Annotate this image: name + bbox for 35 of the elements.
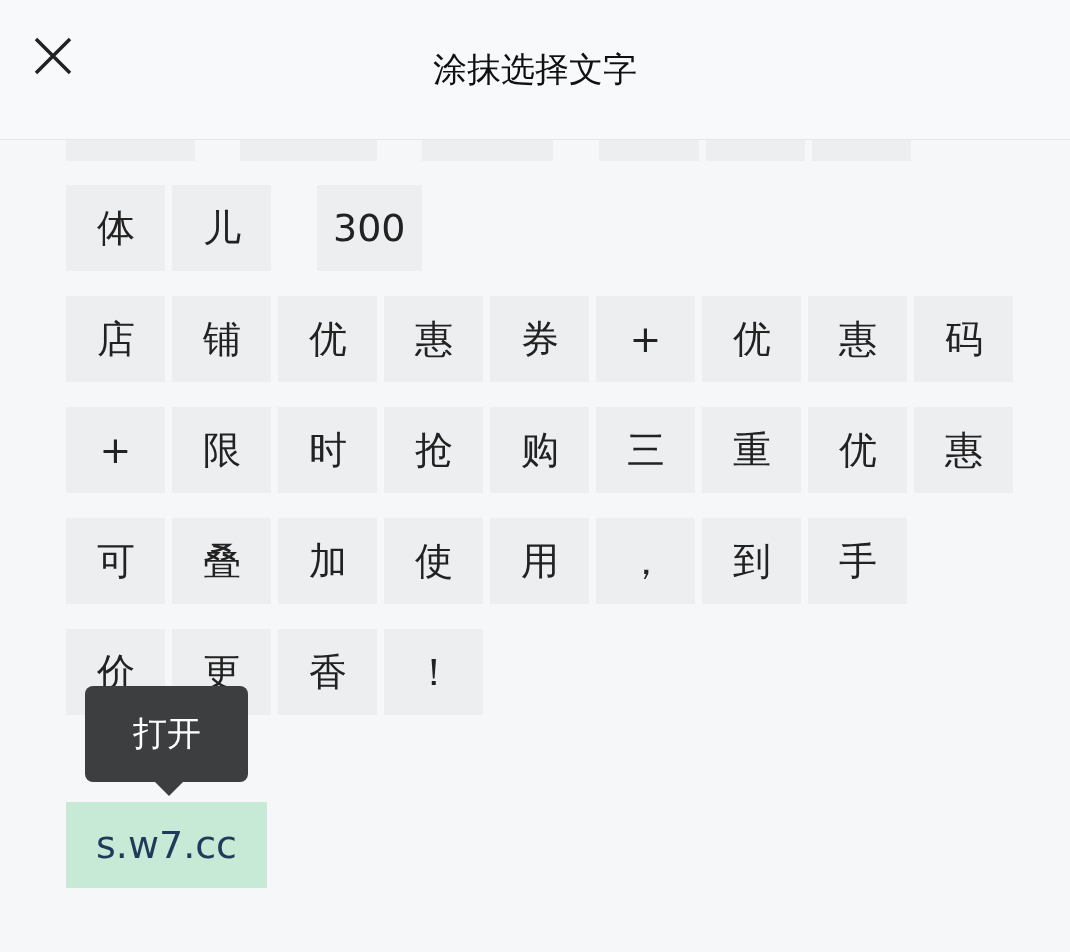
token-tile[interactable]: 券 (490, 296, 589, 382)
page-title: 涂抹选择文字 (433, 47, 637, 91)
token-tile[interactable]: 到 (702, 518, 801, 604)
token-tile[interactable]: 叠 (172, 518, 271, 604)
token-tile[interactable]: 体 (66, 185, 165, 271)
token-tile[interactable]: 铺 (172, 296, 271, 382)
token-tile[interactable]: 加 (278, 518, 377, 604)
token-tile[interactable]: 购 (490, 407, 589, 493)
token-tile[interactable]: 使 (384, 518, 483, 604)
token-tile[interactable]: 手 (808, 518, 907, 604)
token-tile[interactable]: 抢 (384, 407, 483, 493)
token-tile[interactable]: 可 (66, 518, 165, 604)
token-tile[interactable]: 店 (66, 296, 165, 382)
link-tile[interactable]: s.w7.cc (66, 802, 267, 888)
token-tile[interactable]: 用 (490, 518, 589, 604)
token-tile[interactable]: 限 (172, 407, 271, 493)
token-tile[interactable]: 优 (702, 296, 801, 382)
tooltip[interactable]: 打开 (85, 686, 248, 782)
token-tile[interactable]: + (596, 296, 695, 382)
token-tile[interactable]: ， (596, 518, 695, 604)
token-tile[interactable]: 优 (278, 296, 377, 382)
token-tile[interactable]: 惠 (808, 296, 907, 382)
token-tile[interactable]: 码 (914, 296, 1013, 382)
token-tile[interactable]: + (66, 407, 165, 493)
token-tile[interactable]: 重 (702, 407, 801, 493)
close-icon[interactable] (33, 36, 73, 76)
token-tile[interactable]: 儿 (172, 185, 271, 271)
token-tile[interactable]: 时 (278, 407, 377, 493)
token-tile[interactable]: 三 (596, 407, 695, 493)
token-tile[interactable]: 惠 (914, 407, 1013, 493)
token-tile[interactable]: 优 (808, 407, 907, 493)
token-tile[interactable]: 惠 (384, 296, 483, 382)
token-tile[interactable]: 香 (278, 629, 377, 715)
token-tile[interactable]: ！ (384, 629, 483, 715)
token-tile[interactable]: 300 (317, 185, 422, 271)
